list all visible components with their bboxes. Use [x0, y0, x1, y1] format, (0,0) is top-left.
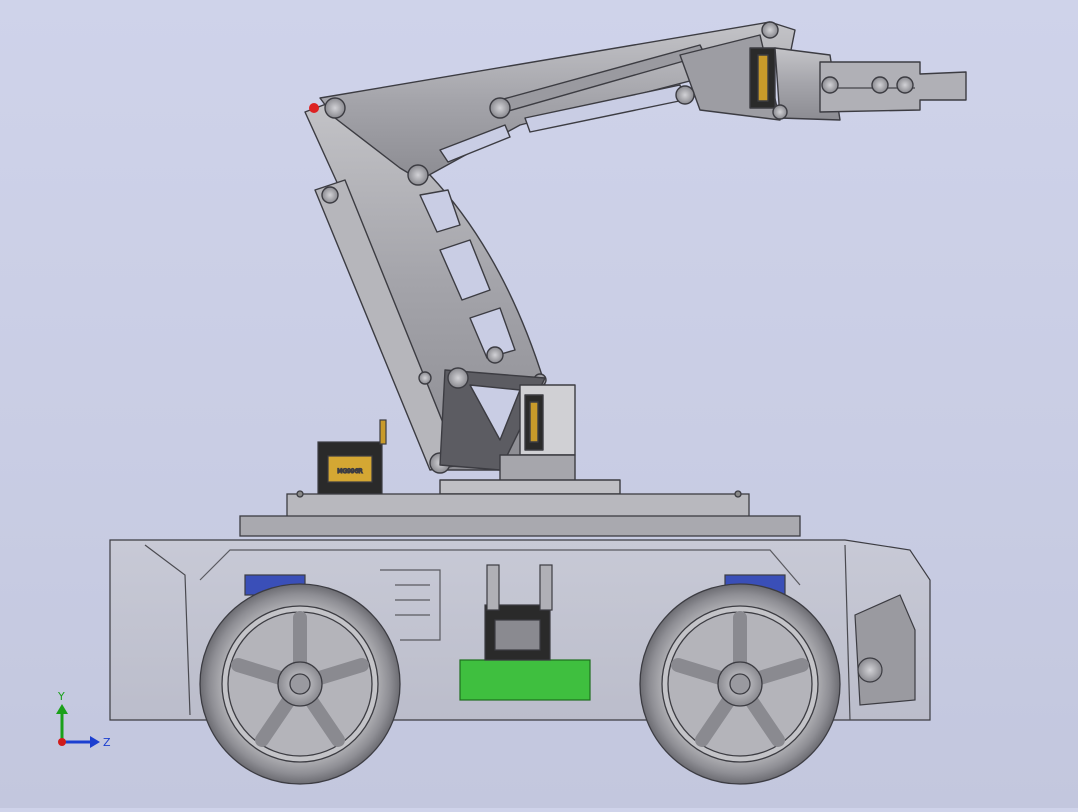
y-axis-label: Y	[57, 690, 65, 703]
controller-board	[459, 659, 591, 701]
joint-elbow	[489, 97, 511, 119]
joint-shoulder-top	[324, 97, 346, 119]
chassis-deck	[239, 490, 801, 537]
gripper-finger-upper	[819, 61, 967, 113]
joint-upper-end	[761, 21, 779, 39]
coordinate-triad: Y Z	[56, 690, 111, 749]
joint-wrist	[675, 85, 695, 105]
deck-servo-label: MG996R	[337, 468, 362, 475]
z-axis-label: Z	[103, 736, 111, 749]
robot-arm	[304, 21, 967, 495]
deck-servo: MG996R	[317, 419, 387, 495]
joint-mid	[407, 164, 429, 186]
x-axis-point	[58, 738, 66, 746]
wheel-front	[199, 583, 401, 785]
wheel-rear	[639, 583, 841, 785]
cad-viewport[interactable]: MG996R Y Z	[0, 0, 1078, 808]
robot-car-model[interactable]: MG996R Y Z	[0, 0, 1078, 808]
gripper-servo-label	[757, 54, 769, 102]
